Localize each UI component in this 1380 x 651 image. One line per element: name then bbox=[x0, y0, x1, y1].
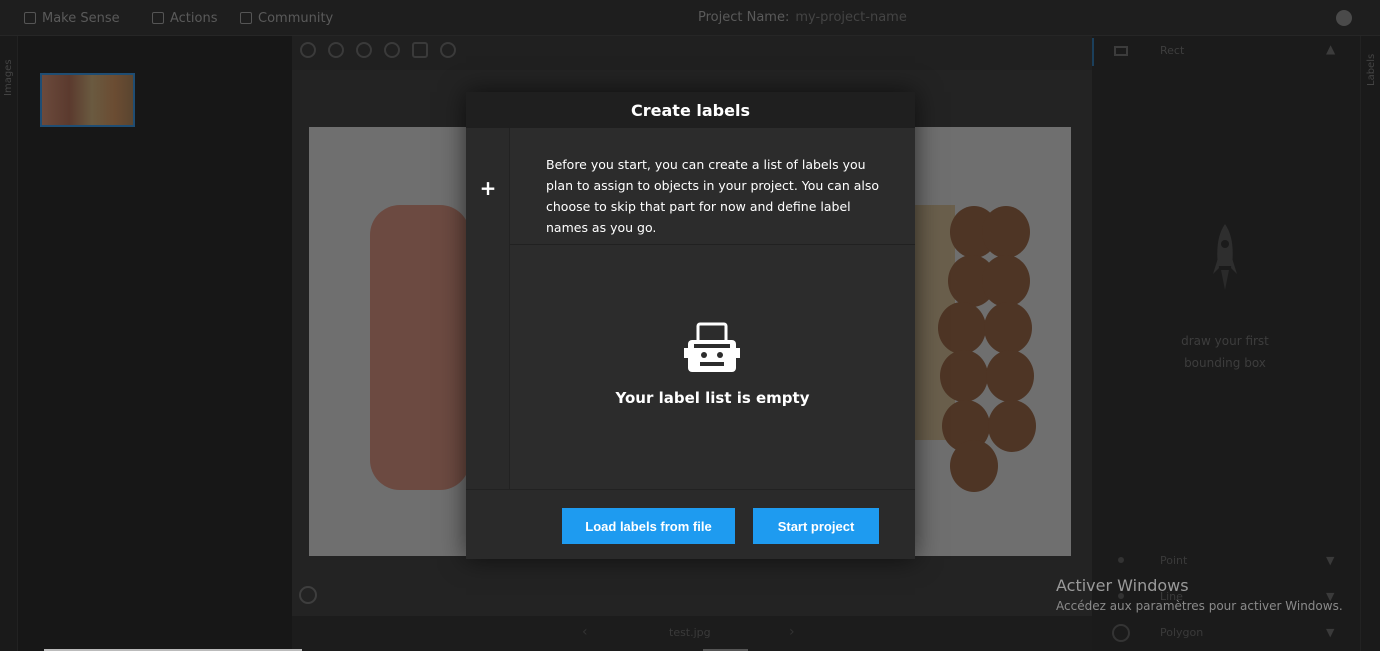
community-menu[interactable]: Community bbox=[240, 10, 333, 26]
zoom-fit-icon[interactable] bbox=[356, 42, 372, 58]
github-icon[interactable] bbox=[1336, 10, 1352, 26]
intro-text: Before you start, you can create a list … bbox=[546, 157, 880, 235]
zoom-max-icon[interactable] bbox=[384, 42, 400, 58]
hand-icon[interactable] bbox=[412, 42, 428, 58]
create-labels-modal: Create labels + Before you start, you ca… bbox=[466, 92, 915, 559]
rect-tool-header[interactable]: Rect ▲ bbox=[1092, 36, 1360, 66]
rocket-icon bbox=[1213, 224, 1237, 290]
actions-icon bbox=[152, 12, 164, 24]
load-labels-button[interactable]: Load labels from file bbox=[562, 508, 735, 544]
chevron-up-icon[interactable]: ▲ bbox=[1326, 42, 1335, 56]
modal-intro: Before you start, you can create a list … bbox=[510, 128, 915, 245]
start-project-button[interactable]: Start project bbox=[753, 508, 879, 544]
next-image-icon[interactable]: › bbox=[789, 624, 795, 640]
brand-label: Make Sense bbox=[42, 10, 120, 26]
community-icon bbox=[240, 12, 252, 24]
egg-image-region bbox=[938, 302, 986, 354]
point-icon bbox=[1118, 557, 1124, 563]
egg-image-region bbox=[984, 302, 1032, 354]
no-cursor-icon[interactable] bbox=[299, 586, 317, 604]
brand-link[interactable]: Make Sense bbox=[24, 10, 120, 26]
polygon-icon bbox=[1112, 624, 1130, 642]
rect-tool-label: Rect bbox=[1160, 44, 1185, 57]
egg-image-region bbox=[940, 350, 988, 402]
modal-sidebar: + bbox=[466, 128, 510, 489]
egg-image-region bbox=[988, 400, 1036, 452]
crosshair-icon[interactable] bbox=[440, 42, 456, 58]
labels-tab-label: Labels bbox=[1366, 53, 1377, 86]
images-tab-label: Images bbox=[3, 59, 14, 96]
egg-image-region bbox=[982, 255, 1030, 307]
actions-menu[interactable]: Actions bbox=[152, 10, 218, 26]
empty-labels-hint: draw your first bounding box bbox=[1181, 334, 1269, 370]
community-label: Community bbox=[258, 10, 334, 26]
point-tool-label: Point bbox=[1160, 554, 1188, 567]
point-tool-row[interactable]: Point ▼ bbox=[1092, 548, 1360, 576]
project-name: Project Name: my-project-name bbox=[698, 10, 907, 25]
windows-activation-subtitle: Accédez aux paramètres pour activer Wind… bbox=[1056, 599, 1343, 613]
egg-image-region bbox=[950, 440, 998, 492]
editor-toolbar bbox=[300, 42, 456, 60]
windows-activation-title: Activer Windows bbox=[1056, 576, 1189, 595]
rectangle-icon bbox=[1114, 46, 1128, 56]
project-name-label: Project Name: bbox=[698, 10, 790, 25]
polygon-tool-row[interactable]: Polygon ▼ bbox=[1092, 620, 1360, 648]
project-name-input[interactable]: my-project-name bbox=[795, 10, 907, 25]
modal-header: Create labels bbox=[466, 92, 915, 128]
zoom-out-icon[interactable] bbox=[328, 42, 344, 58]
add-label-button[interactable]: + bbox=[478, 178, 498, 198]
previous-image-icon[interactable]: ‹ bbox=[582, 624, 588, 640]
label-list: Your label list is empty bbox=[510, 245, 915, 489]
typewriter-icon bbox=[684, 322, 740, 372]
modal-title: Create labels bbox=[631, 100, 750, 120]
zoom-in-icon[interactable] bbox=[300, 42, 316, 58]
empty-label-list-message: Your label list is empty bbox=[615, 389, 810, 407]
egg-image-region bbox=[986, 350, 1034, 402]
chevron-down-icon[interactable]: ▼ bbox=[1326, 626, 1334, 639]
current-filename: test.jpg bbox=[669, 626, 711, 639]
top-navigation-bar: Make Sense Actions Community Project Nam… bbox=[0, 0, 1380, 36]
chevron-down-icon[interactable]: ▼ bbox=[1326, 554, 1334, 567]
meat-image-region bbox=[370, 205, 470, 490]
logo-icon bbox=[24, 12, 36, 24]
egg-image-region bbox=[982, 206, 1030, 258]
image-thumbnail[interactable] bbox=[40, 73, 135, 127]
modal-footer: Load labels from file Start project bbox=[466, 489, 915, 559]
app-window: Make Sense Actions Community Project Nam… bbox=[0, 0, 1380, 651]
images-side-tab[interactable]: Images bbox=[0, 36, 18, 651]
actions-label: Actions bbox=[170, 10, 218, 26]
polygon-tool-label: Polygon bbox=[1160, 626, 1204, 639]
labels-side-tab[interactable]: Labels bbox=[1360, 36, 1380, 651]
